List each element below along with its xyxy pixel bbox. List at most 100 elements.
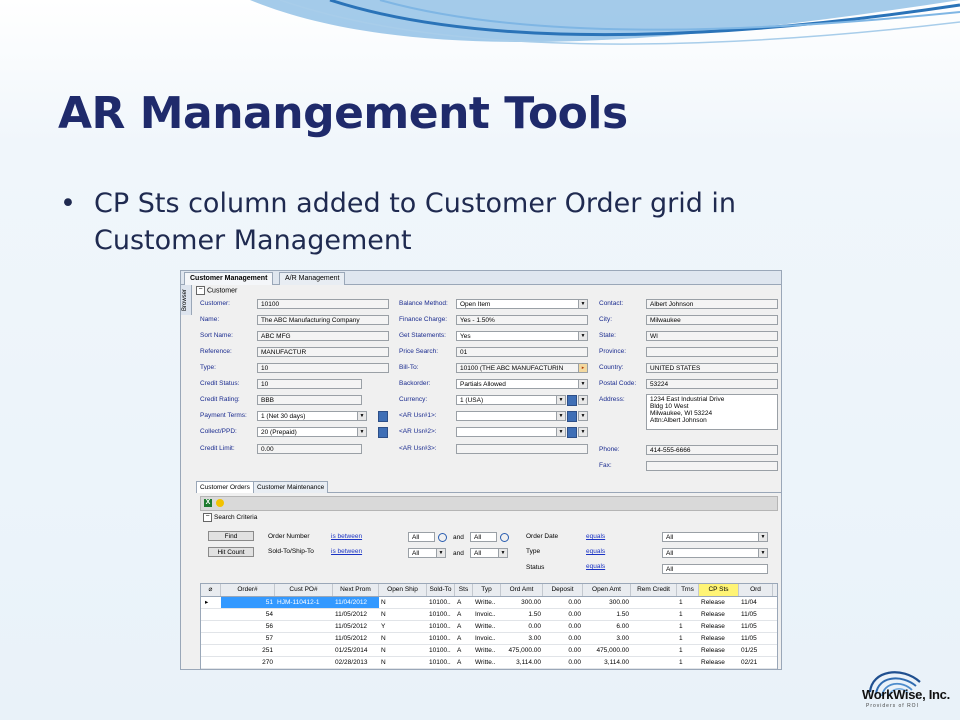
- order-date-select[interactable]: All ▼: [662, 532, 768, 542]
- get-statements-select[interactable]: Yes ▼: [456, 331, 588, 341]
- soldto-to-select[interactable]: All ▼: [470, 548, 508, 558]
- search-criteria-header[interactable]: − Search Criteria: [203, 513, 257, 522]
- order-number-from[interactable]: All: [408, 532, 435, 542]
- ar-usr1-lookup-icon[interactable]: [567, 411, 577, 422]
- chevron-down-icon[interactable]: ▼: [578, 300, 587, 308]
- column-header[interactable]: Sold-To: [427, 584, 455, 596]
- currency-dropdown[interactable]: ▼: [578, 395, 588, 405]
- chevron-down-icon[interactable]: ▼: [578, 380, 587, 388]
- column-header[interactable]: Ord: [739, 584, 773, 596]
- chevron-down-icon[interactable]: ▼: [357, 412, 366, 420]
- city-field[interactable]: Milwaukee: [646, 315, 778, 325]
- column-header[interactable]: Open Ship: [379, 584, 427, 596]
- ar-usr3-field[interactable]: [456, 444, 588, 454]
- status-light-icon[interactable]: [216, 499, 224, 507]
- finance-charge-field[interactable]: Yes - 1.50%: [456, 315, 588, 325]
- order-number-operator[interactable]: is between: [331, 533, 362, 540]
- column-header[interactable]: Sts: [455, 584, 473, 596]
- chevron-down-icon[interactable]: ▼: [556, 412, 565, 420]
- order-number-to[interactable]: All: [470, 532, 497, 542]
- ar-usr1-dropdown[interactable]: ▼: [578, 411, 588, 421]
- column-header[interactable]: Open Amt: [583, 584, 631, 596]
- country-field[interactable]: UNITED STATES: [646, 363, 778, 373]
- credit-limit-field[interactable]: 0.00: [257, 444, 362, 454]
- column-header[interactable]: Next Prom: [333, 584, 379, 596]
- phone-field[interactable]: 414-555-6666: [646, 445, 778, 455]
- column-header[interactable]: Deposit: [543, 584, 583, 596]
- payment-terms-select[interactable]: 1 (Net 30 days) ▼: [257, 411, 367, 421]
- customer-panel-header[interactable]: − Customer: [196, 286, 237, 295]
- table-row[interactable]: ▸ 51 HJM-110412-1 11/04/2012 N 10100.. A Writte…: [201, 597, 777, 609]
- postal-code-field[interactable]: 53224: [646, 379, 778, 389]
- collapse-icon[interactable]: −: [196, 286, 205, 295]
- chevron-down-icon[interactable]: ▼: [556, 428, 565, 436]
- table-row[interactable]: 54 11/05/2012 N 10100.. A Invoic.. 1.50 0.00 1.5…: [201, 609, 777, 621]
- browser-side-tab[interactable]: Browser: [181, 285, 192, 315]
- soldto-from-select[interactable]: All ▼: [408, 548, 446, 558]
- column-header[interactable]: Trns: [677, 584, 699, 596]
- table-row[interactable]: 56 11/05/2012 Y 10100.. A Writte.. 0.00 0.00 6.0…: [201, 621, 777, 633]
- state-field[interactable]: WI: [646, 331, 778, 341]
- fax-field[interactable]: [646, 461, 778, 471]
- address-field[interactable]: 1234 East Industrial Drive Bldg 10 West …: [646, 394, 778, 430]
- balance-method-select[interactable]: Open Item ▼: [456, 299, 588, 309]
- chevron-down-icon[interactable]: ▼: [579, 428, 587, 436]
- backorder-select[interactable]: Partials Allowed ▼: [456, 379, 588, 389]
- order-date-operator[interactable]: equals: [586, 533, 605, 540]
- column-header[interactable]: CP Sts: [699, 584, 739, 596]
- contact-field[interactable]: Albert Johnson: [646, 299, 778, 309]
- currency-lookup-icon[interactable]: [567, 395, 577, 406]
- ar-usr2-lookup-icon[interactable]: [567, 427, 577, 438]
- tab-customer-management[interactable]: Customer Management: [184, 272, 274, 285]
- table-row[interactable]: 270 02/28/2013 N 10100.. A Writte.. 3,114.00 0.…: [201, 657, 777, 669]
- tab-customer-maintenance[interactable]: Customer Maintenance: [253, 481, 329, 493]
- column-header[interactable]: Typ: [473, 584, 501, 596]
- sort-name-field[interactable]: ABC MFG: [257, 331, 389, 341]
- credit-status-field[interactable]: 10: [257, 379, 362, 389]
- type-select[interactable]: All ▼: [662, 548, 768, 558]
- chevron-down-icon[interactable]: ▼: [357, 428, 366, 436]
- soldto-operator[interactable]: is between: [331, 548, 362, 555]
- price-search-field[interactable]: 01: [456, 347, 588, 357]
- ar-usr2-select[interactable]: ▼: [456, 427, 566, 437]
- column-header[interactable]: Ord Amt: [501, 584, 543, 596]
- chevron-down-icon[interactable]: ▼: [498, 549, 507, 557]
- excel-export-icon[interactable]: X: [204, 499, 212, 507]
- ar-usr2-dropdown[interactable]: ▼: [578, 427, 588, 437]
- province-field[interactable]: [646, 347, 778, 357]
- status-operator[interactable]: equals: [586, 563, 605, 570]
- chevron-down-icon[interactable]: ▼: [579, 396, 587, 404]
- navigate-arrow-icon[interactable]: ▸: [578, 364, 587, 372]
- type-operator[interactable]: equals: [586, 548, 605, 555]
- reference-field[interactable]: MANUFACTUR: [257, 347, 389, 357]
- collect-ppd-lookup-icon[interactable]: [378, 427, 388, 438]
- column-header[interactable]: Rem Credit: [631, 584, 677, 596]
- bill-to-field[interactable]: 10100 (THE ABC MANUFACTURIN ▸: [456, 363, 588, 373]
- status-field[interactable]: All: [662, 564, 768, 574]
- credit-rating-field[interactable]: BBB: [257, 395, 362, 405]
- chevron-down-icon[interactable]: ▼: [579, 412, 587, 420]
- type-field[interactable]: 10: [257, 363, 389, 373]
- customer-field[interactable]: 10100: [257, 299, 389, 309]
- chevron-down-icon[interactable]: ▼: [436, 549, 445, 557]
- hit-count-button[interactable]: Hit Count: [208, 547, 254, 557]
- column-header[interactable]: Cust PO#: [275, 584, 333, 596]
- ar-usr1-select[interactable]: ▼: [456, 411, 566, 421]
- chevron-down-icon[interactable]: ▼: [556, 396, 565, 404]
- tab-customer-orders[interactable]: Customer Orders: [196, 481, 254, 493]
- name-field[interactable]: The ABC Manufacturing Company: [257, 315, 389, 325]
- find-button[interactable]: Find: [208, 531, 254, 541]
- search-icon[interactable]: [500, 533, 509, 542]
- table-row[interactable]: 57 11/05/2012 N 10100.. A Invoic.. 3.00 0.00 3.0…: [201, 633, 777, 645]
- payment-terms-lookup-icon[interactable]: [378, 411, 388, 422]
- chevron-down-icon[interactable]: ▼: [758, 549, 767, 557]
- table-row[interactable]: 251 01/25/2014 N 10100.. A Writte.. 475,000.00…: [201, 645, 777, 657]
- collapse-icon[interactable]: −: [203, 513, 212, 522]
- tab-ar-management[interactable]: A/R Management: [279, 272, 346, 285]
- chevron-down-icon[interactable]: ▼: [758, 533, 767, 541]
- column-header[interactable]: Order#: [221, 584, 275, 596]
- search-icon[interactable]: [438, 533, 447, 542]
- chevron-down-icon[interactable]: ▼: [578, 332, 587, 340]
- currency-select[interactable]: 1 (USA) ▼: [456, 395, 566, 405]
- collect-ppd-select[interactable]: 20 (Prepaid) ▼: [257, 427, 367, 437]
